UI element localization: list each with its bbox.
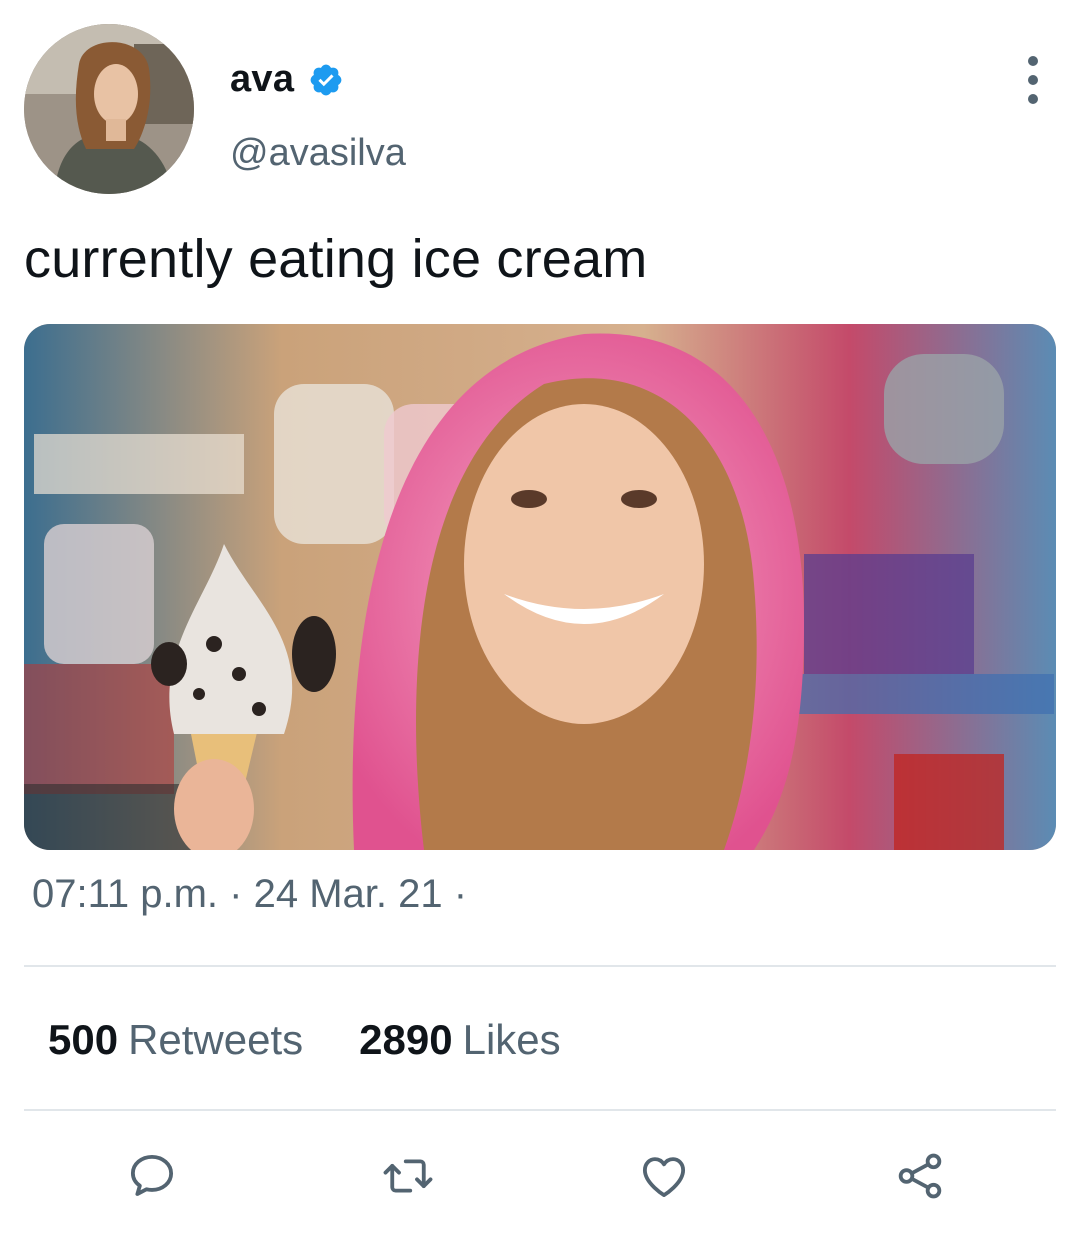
user-handle[interactable]: @avasilva <box>230 132 406 175</box>
avatar[interactable] <box>24 24 194 194</box>
avatar-image <box>24 24 194 194</box>
likes-label: Likes <box>462 1016 561 1063</box>
tweet-text: currently eating ice cream <box>24 229 648 289</box>
heart-icon[interactable] <box>636 1148 692 1204</box>
retweet-icon[interactable] <box>380 1148 436 1204</box>
tweet-action-bar <box>0 1140 1080 1210</box>
engagement-stats: 500 Retweets 2890 Likes <box>48 1016 561 1064</box>
divider <box>24 1109 1056 1111</box>
more-dot <box>1028 56 1038 66</box>
more-options-icon[interactable] <box>1018 56 1048 104</box>
retweets-label: Retweets <box>128 1016 304 1063</box>
likes-count: 2890 <box>359 1016 453 1063</box>
likes-stat[interactable]: 2890 Likes <box>359 1016 561 1064</box>
tweet-media-image[interactable] <box>24 324 1056 850</box>
retweets-count: 500 <box>48 1016 119 1063</box>
share-icon[interactable] <box>892 1148 948 1204</box>
verified-badge-icon <box>308 62 344 98</box>
tweet-timestamp[interactable]: 07:11 p.m. · 24 Mar. 21 · <box>32 872 467 917</box>
more-dot <box>1028 94 1038 104</box>
reply-icon[interactable] <box>124 1148 180 1204</box>
retweets-stat[interactable]: 500 Retweets <box>48 1016 303 1064</box>
display-name-text: ava <box>230 58 295 100</box>
more-dot <box>1028 75 1038 85</box>
divider <box>24 965 1056 967</box>
display-name[interactable]: ava <box>230 58 344 101</box>
